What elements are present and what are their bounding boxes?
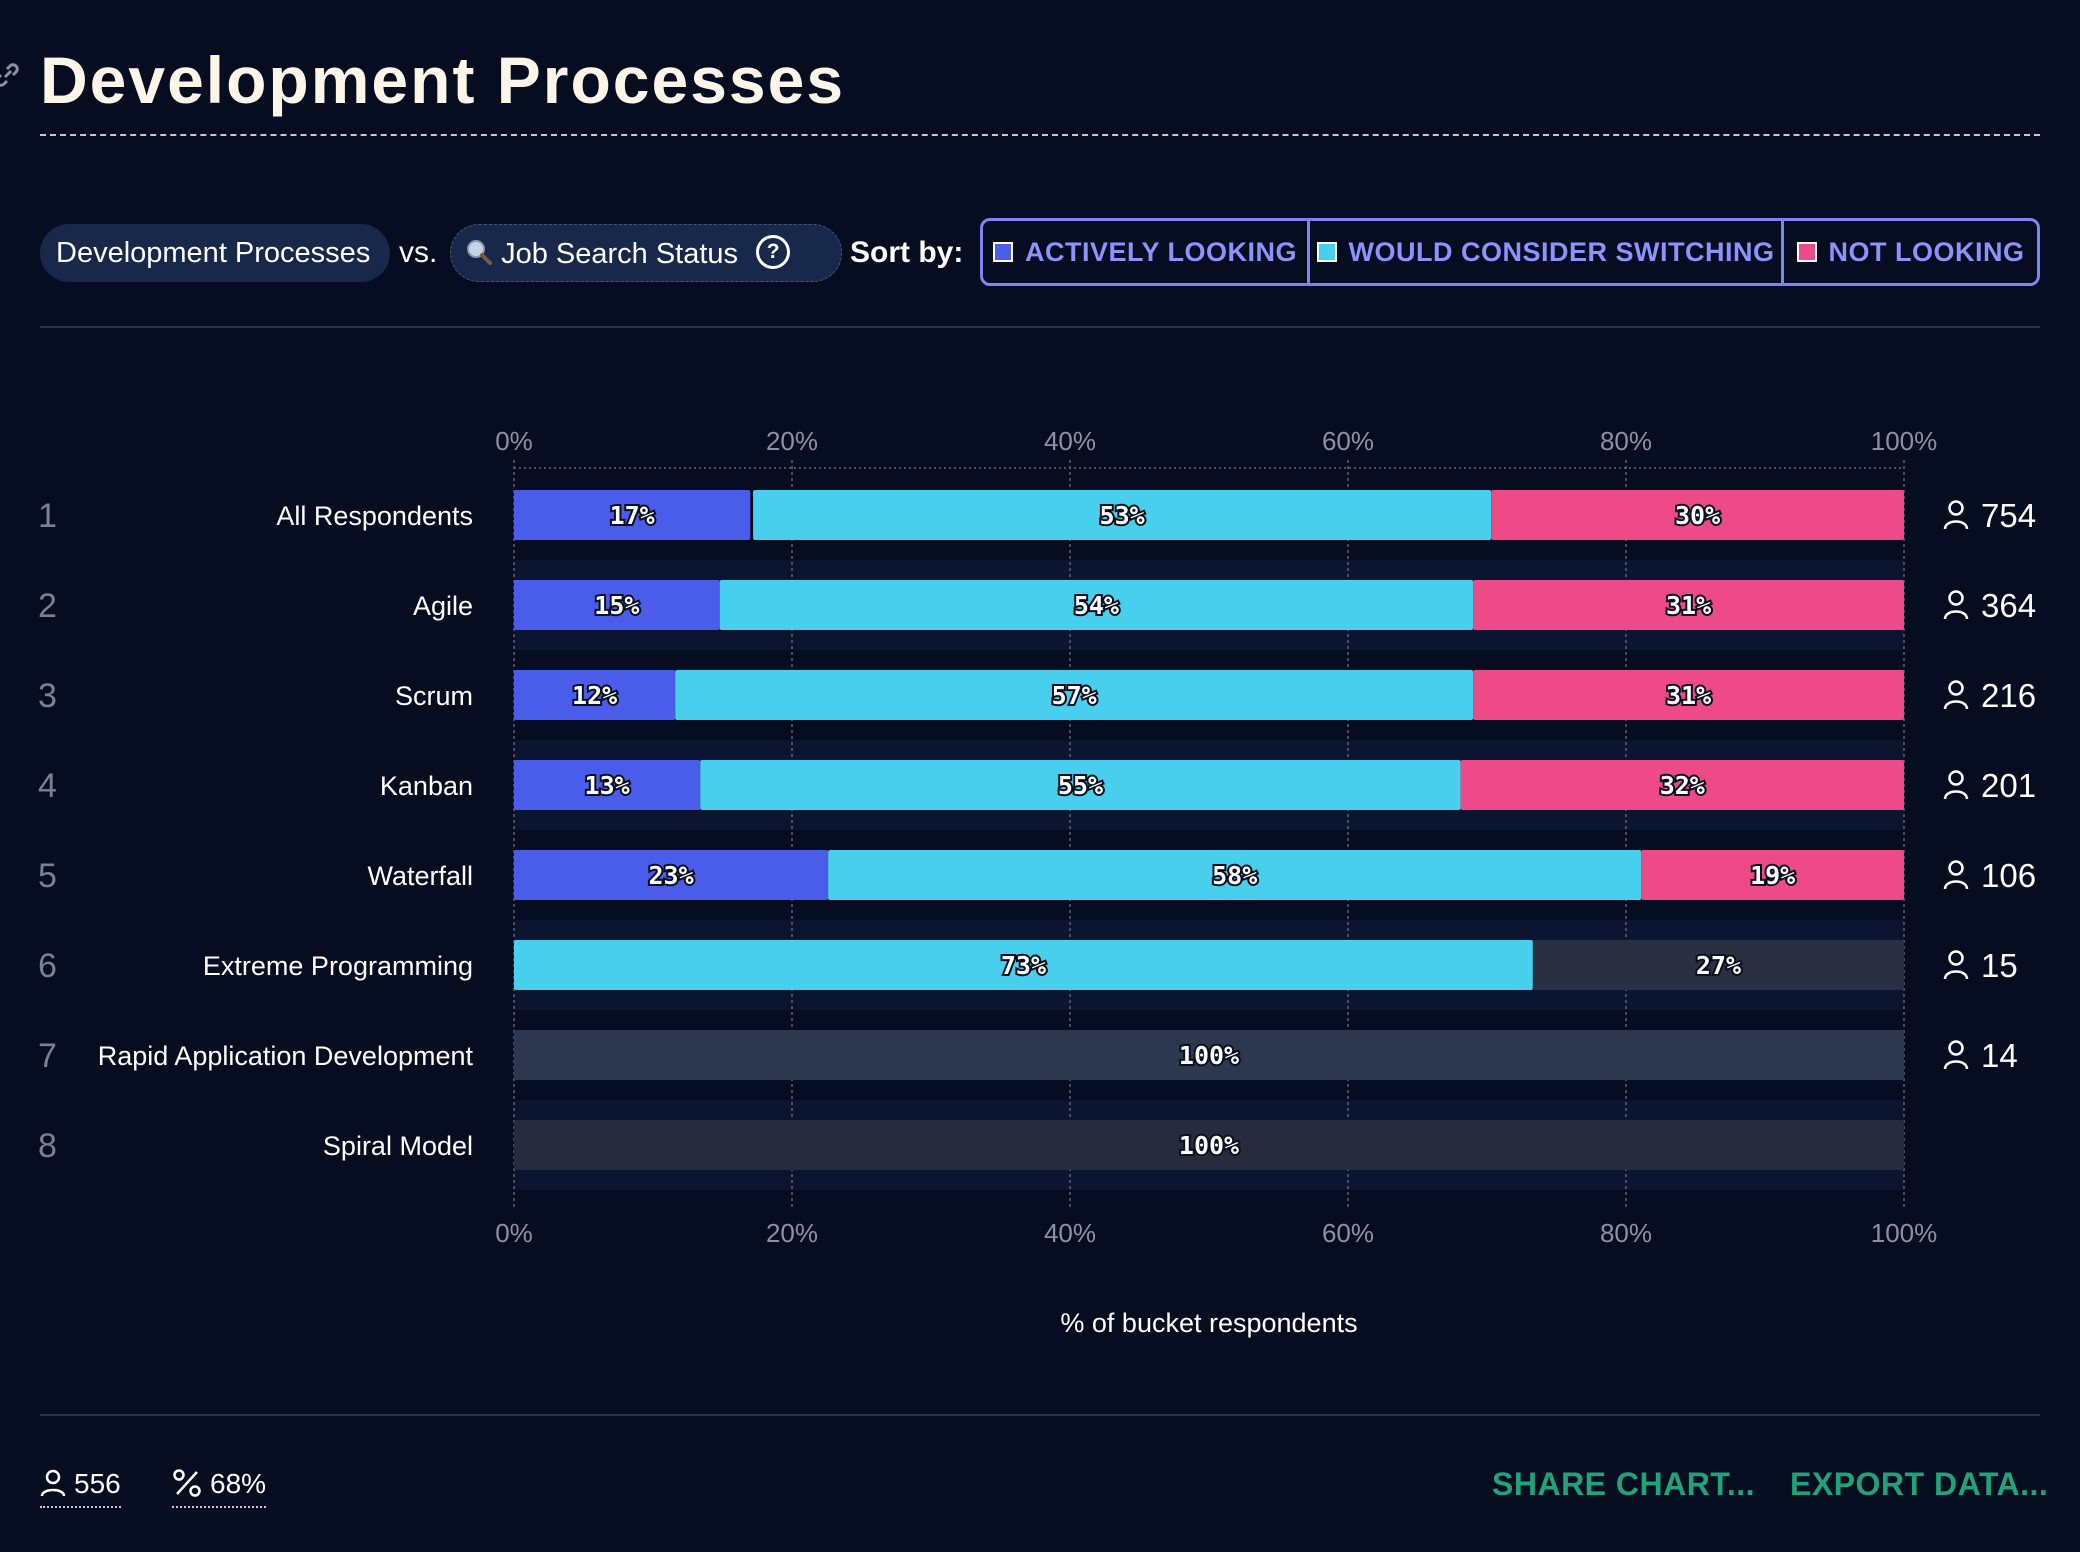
link-icon[interactable] [0,62,20,88]
title-divider [40,134,2040,136]
row-number: 5 [38,857,57,895]
bar-value-label: 30% [1675,501,1720,530]
bar-value-label: 27% [1696,951,1741,980]
percent-icon [173,1468,201,1497]
sort-option-label: ACTIVELY LOOKING [1024,236,1298,267]
bar-value-label: 19% [1750,861,1795,890]
bar-value-label: 100% [1179,1041,1239,1070]
person-icon [1943,770,1969,800]
x-tick-label-bottom: 0% [495,1218,533,1248]
respondent-count: 216 [1981,677,2036,714]
bar-value-label: 31% [1666,591,1711,620]
export-data-link[interactable]: EXPORT DATA... [1790,1462,2048,1506]
person-icon [1943,500,1969,530]
actively-looking-swatch [992,242,1013,262]
x-tick-label-top: 0% [495,426,533,456]
respondent-count: 106 [1981,857,2036,894]
category-label: Rapid Application Development [98,1041,474,1071]
compare-question-label: Job Search Status [501,238,739,270]
x-tick-label-top: 20% [766,426,818,456]
x-tick-label-top: 80% [1600,426,1652,456]
person-icon [1943,860,1969,890]
x-tick-label-top: 100% [1871,426,1938,456]
bar-value-label: 31% [1666,681,1711,710]
bar-value-label: 12% [572,681,617,710]
respondents-count: 556 [74,1468,121,1499]
bar-value-label: 54% [1074,591,1119,620]
x-tick-label-top: 40% [1044,426,1096,456]
bar-value-label: 15% [594,591,639,620]
bar-value-label: 53% [1100,501,1145,530]
category-label: Extreme Programming [203,951,473,981]
bar-value-label: 23% [648,861,693,890]
sort-by-label: Sort by: [850,236,964,269]
x-tick-label-bottom: 60% [1322,1218,1374,1248]
bar-value-label: 55% [1058,771,1103,800]
bar-value-label: 57% [1052,681,1097,710]
compare-question-pill[interactable]: Job Search Status ? [450,224,842,282]
bar-value-label: 13% [585,771,630,800]
sort-option-label: NOT LOOKING [1828,236,2025,267]
respondent-count: 14 [1981,1037,2018,1074]
bar-value-label: 73% [1001,951,1046,980]
x-tick-label-top: 60% [1322,426,1374,456]
stacked-bar-chart: 0% 0% 20% 20% 40% 40% 60% 60% 80% 80% 100% 100% 1 All… [38,426,2036,1338]
page-title: Development Processes [40,43,846,117]
controls-divider [40,326,2040,328]
chart-page: Development Processes Development Proces… [0,0,2080,1552]
row-number: 4 [38,767,57,805]
category-label: Agile [413,591,473,621]
x-tick-label-bottom: 20% [766,1218,818,1248]
sort-would-consider-switching-button[interactable]: WOULD CONSIDER SWITCHING [1310,221,1784,283]
bar-value-label: 17% [610,501,655,530]
respondent-count: 201 [1981,767,2036,804]
person-icon [1943,950,1969,980]
search-icon [467,240,492,266]
category-label: Scrum [395,681,473,711]
respondents-stat[interactable]: 556 [40,1462,121,1508]
respondent-count: 754 [1981,497,2036,534]
category-label: All Respondents [276,501,473,531]
bar-value-label: 58% [1212,861,1257,890]
row-number: 1 [38,497,57,535]
category-label: Kanban [380,771,473,801]
respondent-count: 364 [1981,587,2036,624]
share-chart-link[interactable]: SHARE CHART... [1492,1462,1755,1506]
sort-not-looking-button[interactable]: NOT LOOKING [1784,221,2037,283]
person-icon [1943,590,1969,620]
would-consider-switching-swatch [1316,242,1337,262]
bar-value-label: 100% [1179,1131,1239,1160]
help-icon[interactable]: ? [756,235,791,270]
category-label: Waterfall [367,861,473,891]
row-number: 8 [38,1127,57,1165]
footer-divider [40,1414,2040,1416]
sort-actively-looking-button[interactable]: ACTIVELY LOOKING [983,221,1310,283]
vs-label: vs. [399,236,438,269]
row-number: 3 [38,677,57,715]
sort-button-group: ACTIVELY LOOKING WOULD CONSIDER SWITCHIN… [980,218,2040,286]
x-tick-label-bottom: 80% [1600,1218,1652,1248]
person-icon [1943,1040,1969,1070]
category-label: Spiral Model [323,1131,473,1161]
percent-value: 68% [210,1468,267,1499]
x-tick-label-bottom: 40% [1044,1218,1096,1248]
controls-bar: Development Processes vs. Job Search Sta… [40,218,2040,286]
sort-option-label: WOULD CONSIDER SWITCHING [1348,236,1775,267]
primary-question-pill[interactable]: Development Processes [40,224,390,282]
respondent-count: 15 [1981,947,2018,984]
row-number: 7 [38,1037,57,1075]
x-axis-title: % of bucket respondents [1060,1308,1357,1338]
person-icon [1943,680,1969,710]
x-tick-label-bottom: 100% [1871,1218,1938,1248]
percent-stat[interactable]: 68% [172,1462,267,1508]
row-number: 6 [38,947,57,985]
person-icon [40,1469,66,1497]
row-number: 2 [38,587,57,625]
not-looking-swatch [1796,242,1817,262]
bar-value-label: 32% [1660,771,1705,800]
